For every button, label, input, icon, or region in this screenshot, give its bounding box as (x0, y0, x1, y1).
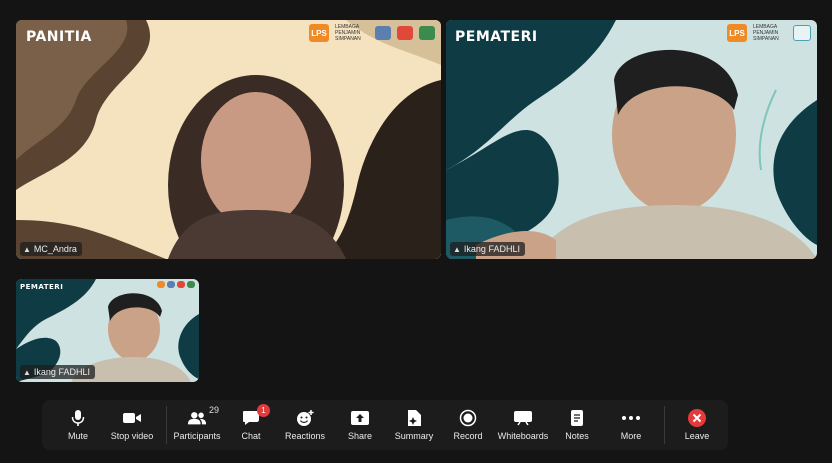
sponsor-logos: LPS LEMBAGA PENJAMIN SIMPANAN (727, 24, 811, 42)
whiteboard-icon (513, 409, 533, 427)
whiteboards-button[interactable]: Whiteboards (493, 400, 553, 450)
participant-name-chip: ▲ MC_Andra (20, 242, 82, 256)
pin-icon: ▲ (23, 367, 31, 377)
record-icon (458, 409, 478, 427)
video-tile-ikang-fadhli[interactable]: PEMATERI LPS LEMBAGA PENJAMIN SIMPANAN ▲… (446, 20, 817, 259)
reactions-button[interactable]: Reactions (275, 400, 335, 450)
participants-label: Participants (173, 431, 221, 441)
partner-logo (397, 26, 413, 40)
notes-button[interactable]: Notes (547, 400, 607, 450)
virtual-background (16, 20, 441, 259)
lps-logo: LPS (309, 24, 329, 42)
summary-label: Summary (394, 431, 434, 441)
role-tag: PANITIA (26, 29, 92, 45)
partner-logo (187, 281, 195, 288)
participants-count: 29 (208, 405, 219, 415)
lps-logo (157, 281, 165, 288)
partner-logo (167, 281, 175, 288)
participants-button[interactable]: 29 Participants (167, 400, 227, 450)
whiteboards-label: Whiteboards (497, 431, 549, 441)
participant-name: MC_Andra (33, 244, 77, 254)
role-tag: PEMATERI (20, 283, 64, 291)
participant-name: Ikang FADHLI (33, 367, 90, 377)
stop-video-button[interactable]: Stop video (102, 400, 162, 450)
notes-icon (567, 409, 587, 427)
participant-name-chip: ▲ Ikang FADHLI (20, 365, 95, 379)
mute-button[interactable]: Mute (48, 400, 108, 450)
record-button[interactable]: Record (438, 400, 498, 450)
leave-button[interactable]: Leave (667, 400, 727, 450)
chat-bubble-icon: 1 (241, 404, 270, 427)
more-label: More (620, 431, 642, 441)
video-tile-mc-andra[interactable]: PANITIA LPS LEMBAGA PENJAMIN SIMPANAN ▲ … (16, 20, 441, 259)
participant-name-chip: ▲ Ikang FADHLI (450, 242, 525, 256)
share-button[interactable]: Share (330, 400, 390, 450)
partner-logo (793, 25, 811, 41)
participants-icon: 29 (187, 405, 219, 427)
pin-icon: ▲ (23, 244, 31, 254)
meeting-toolbar: Mute Stop video 29 Participants 1 Chat R… (42, 400, 728, 450)
sponsor-logos: LPS LEMBAGA PENJAMIN SIMPANAN (309, 24, 435, 42)
partner-logo (177, 281, 185, 288)
share-screen-icon (350, 409, 370, 427)
participant-name: Ikang FADHLI (463, 244, 520, 254)
more-button[interactable]: More (601, 400, 661, 450)
lps-logo: LPS (727, 24, 747, 42)
partner-logo (419, 26, 435, 40)
summary-button[interactable]: Summary (384, 400, 444, 450)
chat-button[interactable]: 1 Chat (221, 400, 281, 450)
partner-logo (375, 26, 391, 40)
summary-document-icon (404, 409, 424, 427)
chat-label: Chat (241, 431, 261, 441)
lps-logo-text: LEMBAGA PENJAMIN SIMPANAN (753, 24, 779, 42)
role-tag: PEMATERI (455, 29, 538, 45)
video-camera-icon (122, 409, 142, 427)
stop-video-label: Stop video (110, 431, 154, 441)
video-tile-ikang-fadhli-small[interactable]: PEMATERI ▲ Ikang FADHLI (16, 279, 199, 382)
record-label: Record (453, 431, 483, 441)
leave-x-icon (687, 409, 707, 427)
toolbar-divider (664, 406, 665, 444)
pin-icon: ▲ (453, 244, 461, 254)
smiley-plus-icon (295, 409, 315, 427)
leave-label: Leave (684, 431, 710, 441)
notes-label: Notes (565, 431, 589, 441)
sponsor-logos (157, 281, 195, 288)
microphone-icon (68, 409, 88, 427)
reactions-label: Reactions (284, 431, 326, 441)
mute-label: Mute (67, 431, 88, 441)
lps-logo-text: LEMBAGA PENJAMIN SIMPANAN (335, 24, 361, 42)
more-dots-icon (621, 409, 641, 427)
share-label: Share (347, 431, 373, 441)
virtual-background (446, 20, 817, 259)
chat-unread-badge: 1 (257, 404, 270, 417)
